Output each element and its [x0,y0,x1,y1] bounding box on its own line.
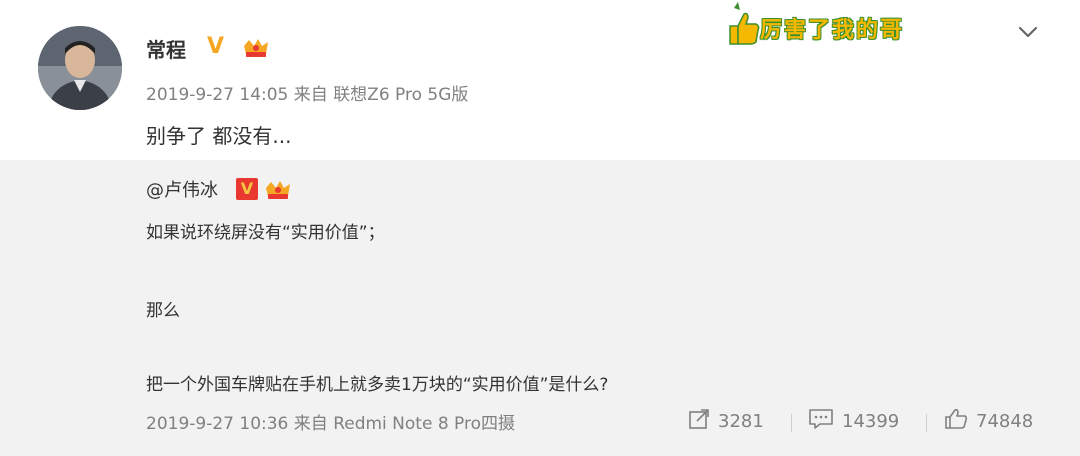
source-prefix: 来自 [293,85,328,105]
post-timestamp[interactable]: 2019-9-27 14:05 [146,85,288,105]
sticker-text: 厉害了我的哥 [760,18,905,43]
divider [926,414,927,432]
comment-count: 14399 [842,410,900,432]
crown-badge-icon[interactable] [242,36,270,64]
chevron-down-icon[interactable] [1016,22,1040,42]
repost-icon [688,408,710,435]
verified-v-icon: V [207,34,225,59]
like-button[interactable]: 74848 [944,406,1033,436]
avatar[interactable] [38,26,122,110]
post-source[interactable]: 联想Z6 Pro 5G版 [333,85,468,105]
comment-icon [808,408,834,435]
post-text: 别争了 都没有... [146,124,292,148]
crown-badge-icon[interactable] [264,178,292,206]
quoted-author[interactable]: @卢伟冰 [146,176,218,202]
quoted-text-line: 如果说环绕屏没有“实用价值”； [146,223,385,243]
thumbs-up-sticker: 厉害了我的哥 [724,2,986,54]
comment-button[interactable]: 14399 [808,406,899,436]
quoted-text-line: 那么 [146,301,180,321]
quoted-text-line: 把一个外国车牌贴在手机上就多卖1万块的“实用价值”是什么? [146,375,609,395]
verified-v-icon: V [236,178,258,200]
like-icon [944,408,968,435]
repost-button[interactable]: 3281 [688,406,764,436]
quoted-actions: 3281 14399 74848 [0,406,1080,436]
author-name[interactable]: 常程 [146,34,186,63]
post-meta: 2019-9-27 14:05 来自 联想Z6 Pro 5G版 [146,80,468,105]
divider [791,414,792,432]
repost-count: 3281 [718,410,764,432]
like-count: 74848 [976,410,1034,432]
